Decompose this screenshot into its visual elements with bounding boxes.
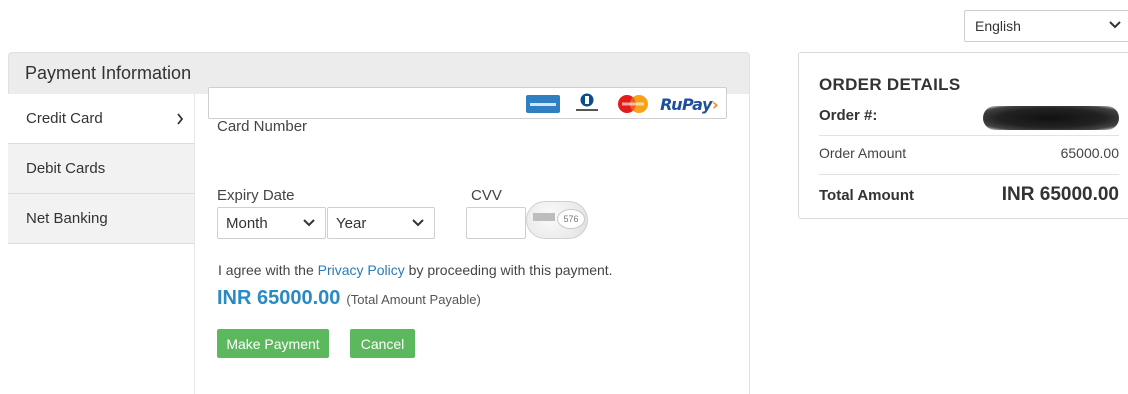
panel-right-border — [749, 94, 750, 394]
total-amount-label: Total Amount — [819, 187, 914, 204]
amex-logo-icon — [526, 95, 561, 113]
expiry-year-value: Year — [336, 214, 367, 232]
redacted-order-number — [983, 106, 1119, 130]
agreement-prefix: I agree with the — [218, 262, 314, 278]
tab-credit-card-label: Credit Card — [26, 110, 103, 127]
chevron-down-icon — [412, 219, 424, 227]
tab-credit-card[interactable]: Credit Card — [8, 94, 194, 144]
total-amount-row: Total Amount INR 65000.00 — [819, 184, 1119, 205]
privacy-policy-link[interactable]: Privacy Policy — [318, 262, 405, 278]
cvv-hint-number: 576 — [557, 209, 585, 229]
order-amount-row: Order Amount 65000.00 — [819, 145, 1119, 161]
tab-divider — [194, 94, 195, 394]
language-select[interactable]: English — [964, 10, 1128, 42]
cvv-hint-icon: 576 — [526, 201, 588, 239]
chevron-down-icon — [303, 219, 315, 227]
card-brand-logos: RuPay› — [526, 93, 719, 115]
language-select-value: English — [975, 18, 1021, 34]
payable-amount: INR 65000.00 (Total Amount Payable) — [217, 287, 481, 310]
agreement-text: I agree with the Privacy Policy by proce… — [218, 262, 613, 278]
expiry-month-value: Month — [226, 214, 268, 232]
tab-net-banking-label: Net Banking — [26, 210, 108, 227]
tab-debit-cards[interactable]: Debit Cards — [8, 144, 194, 194]
chevron-down-icon — [1109, 21, 1121, 29]
chevron-right-icon — [177, 113, 184, 125]
tab-net-banking[interactable]: Net Banking — [8, 194, 194, 244]
payable-amount-note: (Total Amount Payable) — [346, 292, 481, 307]
tab-debit-cards-label: Debit Cards — [26, 160, 106, 177]
expiry-date-label: Expiry Date — [217, 187, 295, 204]
expiry-month-select[interactable]: Month — [217, 207, 326, 239]
order-separator — [819, 135, 1119, 136]
order-details-title: ORDER DETAILS — [819, 75, 961, 94]
make-payment-button[interactable]: Make Payment — [217, 329, 329, 358]
order-amount-value: 65000.00 — [1060, 145, 1119, 161]
cvv-input[interactable] — [466, 207, 526, 239]
rupay-logo-text: RuPay — [660, 94, 712, 114]
rupay-logo-icon: RuPay› — [660, 94, 718, 114]
card-number-label: Card Number — [217, 118, 308, 135]
card-number-input[interactable]: RuPay› — [208, 87, 727, 119]
diners-club-logo-icon — [568, 93, 606, 115]
order-separator — [819, 174, 1119, 175]
order-amount-label: Order Amount — [819, 145, 907, 161]
payment-method-tabs: Credit Card Debit Cards Net Banking — [8, 94, 194, 244]
order-details-panel: ORDER DETAILS Order #: Order Amount 6500… — [798, 52, 1128, 219]
cancel-button[interactable]: Cancel — [350, 329, 415, 358]
payable-amount-value: INR 65000.00 — [217, 287, 341, 309]
mastercard-logo-icon — [614, 94, 652, 114]
agreement-suffix: by proceeding with this payment. — [408, 262, 613, 278]
order-number-label: Order #: — [819, 107, 878, 124]
total-amount-value: INR 65000.00 — [1001, 184, 1119, 205]
expiry-year-select[interactable]: Year — [327, 207, 435, 239]
cvv-label: CVV — [471, 187, 502, 204]
